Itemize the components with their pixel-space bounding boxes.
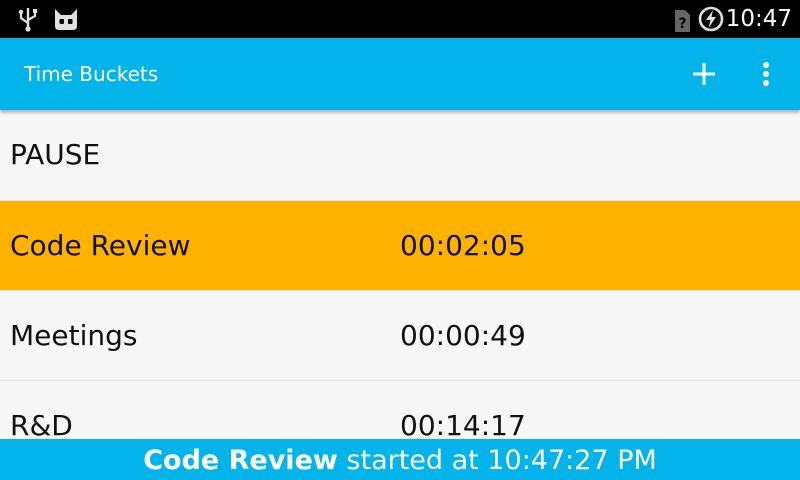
cyanogenmod-cat-icon: [55, 9, 77, 30]
bucket-time: 00:00:49: [400, 319, 526, 352]
app-title: Time Buckets: [24, 62, 159, 86]
bucket-name: Meetings: [10, 319, 138, 352]
battery-charging-icon: [698, 6, 724, 32]
status-clock: 10:47: [725, 6, 792, 32]
bucket-row-code-review[interactable]: Code Review 00:02:05: [0, 201, 800, 291]
bucket-name: Code Review: [10, 229, 191, 262]
usb-icon: [18, 8, 37, 32]
banner-text: started at 10:47:27 PM: [346, 445, 657, 476]
add-bucket-button[interactable]: [678, 50, 730, 98]
pause-label: PAUSE: [10, 138, 101, 171]
add-icon: [693, 63, 715, 85]
bucket-row-meetings[interactable]: Meetings 00:00:49: [0, 291, 800, 381]
app-screen: ? 10:47 Time Buckets PAUSE Code Review 0…: [0, 0, 800, 480]
bucket-list: PAUSE Code Review 00:02:05 Meetings 00:0…: [0, 110, 800, 480]
tracking-status-banner: Code Review started at 10:47:27 PM: [0, 439, 800, 480]
action-bar: Time Buckets: [0, 38, 800, 110]
bucket-time: 00:02:05: [400, 229, 526, 262]
overflow-menu-icon: [763, 62, 769, 86]
overflow-menu-button[interactable]: [744, 50, 788, 98]
no-sim-icon: ?: [675, 10, 690, 32]
svg-text:?: ?: [678, 16, 686, 32]
banner-bucket-name: Code Review: [143, 445, 338, 476]
status-bar: ? 10:47: [0, 0, 800, 38]
pause-row[interactable]: PAUSE: [0, 110, 800, 201]
